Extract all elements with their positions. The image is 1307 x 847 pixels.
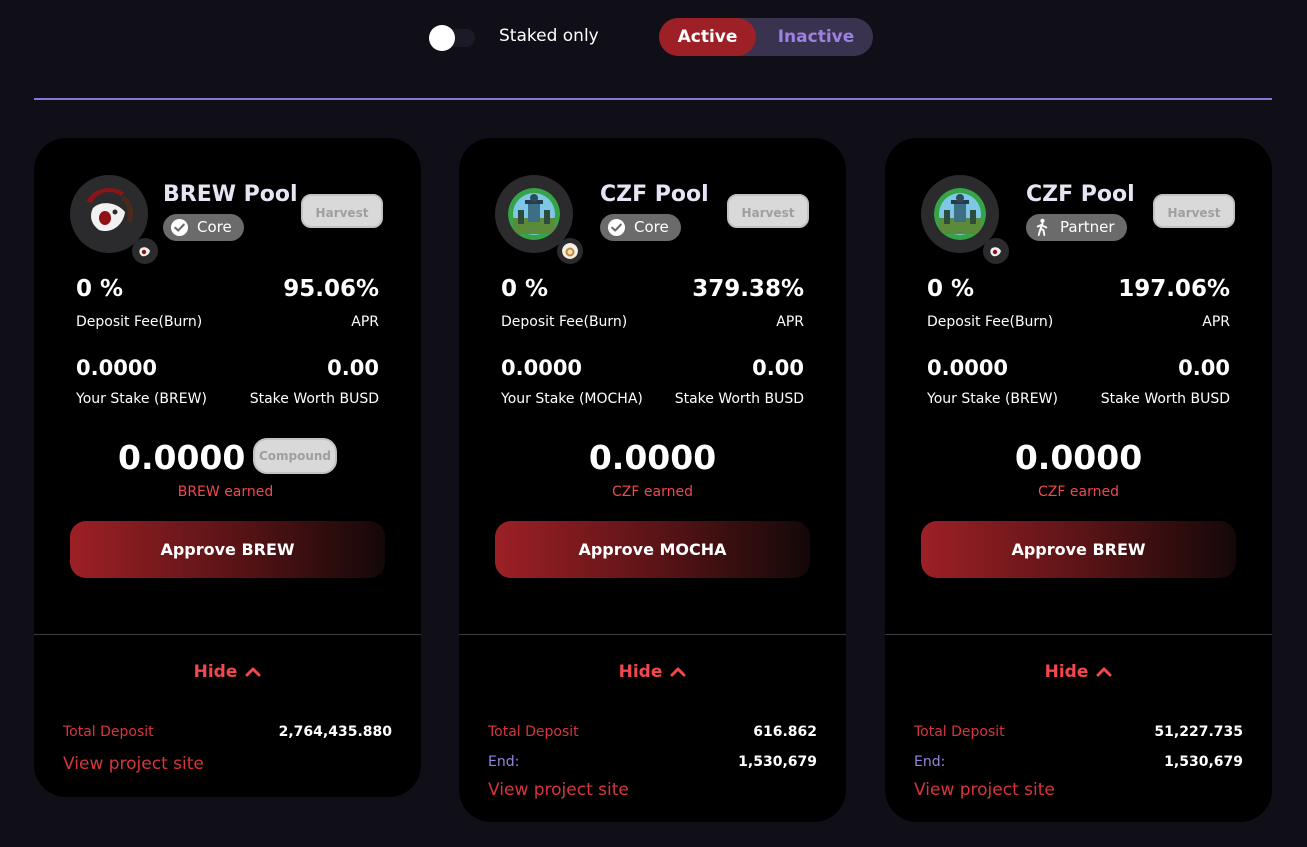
- view-project-site-link[interactable]: View project site: [63, 754, 204, 774]
- card-divider: [885, 634, 1272, 635]
- apr-label: APR: [1202, 314, 1230, 330]
- apr-value: 197.06%: [1118, 276, 1230, 302]
- end-value: 1,530,679: [738, 754, 817, 770]
- total-deposit-value: 616.862: [753, 724, 817, 740]
- earned-label: BREW earned: [177, 484, 274, 500]
- pool-title: BREW Pool: [163, 182, 298, 207]
- tag-label: Core: [197, 218, 232, 236]
- end-label: End:: [488, 754, 520, 770]
- stake-worth-label: Stake Worth BUSD: [674, 391, 804, 407]
- card-divider: [459, 634, 846, 635]
- inactive-tab[interactable]: Inactive: [759, 18, 873, 56]
- earned-label: CZF earned: [612, 484, 693, 500]
- toggle-knob: [429, 25, 455, 51]
- core-badge: Core: [163, 214, 244, 241]
- staked-only-toggle[interactable]: [429, 25, 477, 51]
- total-deposit-label: Total Deposit: [914, 724, 1005, 740]
- approve-button[interactable]: Approve MOCHA: [495, 521, 810, 578]
- hide-label: Hide: [193, 662, 238, 682]
- mocha-mini-token-icon: [557, 238, 583, 264]
- pool-card-czf-partner: CZF Pool Partner Harvest 0 % Deposit Fee…: [885, 138, 1272, 822]
- your-stake-label: Your Stake (MOCHA): [501, 391, 643, 407]
- your-stake-label: Your Stake (BREW): [927, 391, 1058, 407]
- pool-title: CZF Pool: [600, 182, 709, 207]
- tag-label: Core: [634, 218, 669, 236]
- header-divider: [34, 98, 1272, 100]
- harvest-button[interactable]: Harvest: [1153, 194, 1235, 228]
- apr-value: 379.38%: [692, 276, 804, 302]
- active-tab[interactable]: Active: [659, 18, 756, 56]
- active-inactive-switch: Inactive Active: [659, 18, 873, 56]
- tag-label: Partner: [1060, 218, 1115, 236]
- earned-label: CZF earned: [1038, 484, 1119, 500]
- deposit-fee-label: Deposit Fee(Burn): [76, 314, 203, 330]
- stake-worth-value: 0.00: [1178, 356, 1230, 380]
- chevron-up-icon: [670, 667, 686, 677]
- earned-value: 0.0000: [1014, 438, 1143, 477]
- approve-button[interactable]: Approve BREW: [921, 521, 1236, 578]
- stake-worth-label: Stake Worth BUSD: [1100, 391, 1230, 407]
- your-stake-value: 0.0000: [76, 356, 158, 380]
- compound-button[interactable]: Compound: [253, 438, 337, 474]
- person-walking-icon: [1036, 218, 1048, 237]
- apr-label: APR: [351, 314, 379, 330]
- total-deposit-value: 2,764,435.880: [278, 724, 392, 740]
- harvest-button[interactable]: Harvest: [301, 194, 383, 228]
- card-divider: [34, 634, 421, 635]
- deposit-fee-label: Deposit Fee(Burn): [927, 314, 1054, 330]
- apr-label: APR: [776, 314, 804, 330]
- pool-card-brew: BREW Pool Core Harvest 0 % Deposit Fee(B…: [34, 138, 421, 797]
- brew-mini-token-icon: [983, 238, 1009, 264]
- view-project-site-link[interactable]: View project site: [914, 780, 1055, 800]
- your-stake-value: 0.0000: [501, 356, 583, 380]
- deposit-fee-label: Deposit Fee(Burn): [501, 314, 628, 330]
- deposit-fee-value: 0 %: [76, 276, 124, 302]
- your-stake-label: Your Stake (BREW): [76, 391, 207, 407]
- stake-worth-value: 0.00: [752, 356, 804, 380]
- approve-button[interactable]: Approve BREW: [70, 521, 385, 578]
- core-badge: Core: [600, 214, 681, 241]
- end-value: 1,530,679: [1164, 754, 1243, 770]
- total-deposit-label: Total Deposit: [488, 724, 579, 740]
- earned-value: 0.0000: [588, 438, 717, 477]
- check-circle-icon: [170, 218, 189, 237]
- total-deposit-label: Total Deposit: [63, 724, 154, 740]
- apr-value: 95.06%: [283, 276, 379, 302]
- hide-details-toggle[interactable]: Hide: [459, 662, 846, 682]
- your-stake-value: 0.0000: [927, 356, 1009, 380]
- chevron-up-icon: [1096, 667, 1112, 677]
- total-deposit-value: 51,227.735: [1154, 724, 1243, 740]
- view-project-site-link[interactable]: View project site: [488, 780, 629, 800]
- pool-title: CZF Pool: [1026, 182, 1135, 207]
- stake-worth-label: Stake Worth BUSD: [249, 391, 379, 407]
- hide-label: Hide: [618, 662, 663, 682]
- partner-badge: Partner: [1026, 214, 1127, 241]
- pool-card-czf-core: CZF Pool Core Harvest 0 % Deposit Fee(Bu…: [459, 138, 846, 822]
- check-circle-icon: [607, 218, 626, 237]
- deposit-fee-value: 0 %: [927, 276, 975, 302]
- end-label: End:: [914, 754, 946, 770]
- earned-value: 0.0000: [118, 438, 246, 477]
- staked-only-label: Staked only: [499, 26, 599, 46]
- brew-mini-token-icon: [132, 238, 158, 264]
- harvest-button[interactable]: Harvest: [727, 194, 809, 228]
- hide-details-toggle[interactable]: Hide: [34, 662, 421, 682]
- stake-worth-value: 0.00: [327, 356, 379, 380]
- deposit-fee-value: 0 %: [501, 276, 549, 302]
- hide-label: Hide: [1044, 662, 1089, 682]
- chevron-up-icon: [245, 667, 261, 677]
- hide-details-toggle[interactable]: Hide: [885, 662, 1272, 682]
